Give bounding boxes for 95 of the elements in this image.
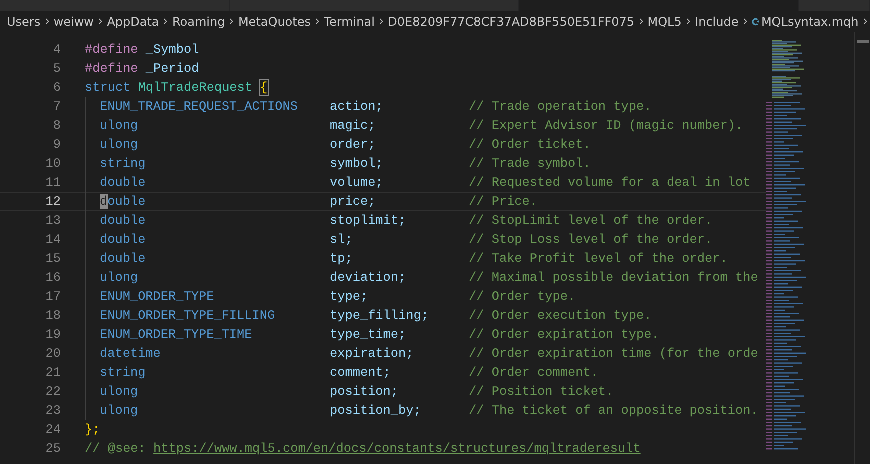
field-name: order;	[330, 137, 377, 152]
code-comment: // Order expiration type.	[469, 327, 660, 342]
type-name: datetime	[100, 346, 162, 361]
type-name: double	[100, 232, 147, 247]
code-comment: // Stop Loss level of the order.	[469, 232, 713, 247]
struct-name: MqlTradeRequest	[138, 80, 253, 95]
breadcrumb-item[interactable]: AppData	[106, 14, 160, 28]
type-name: ulong	[100, 403, 140, 418]
code-comment: // Trade operation type.	[469, 99, 652, 114]
code-comment: // StopLimit level of the order.	[469, 213, 713, 228]
line-number: 12	[44, 194, 61, 209]
code-comment: // Order type.	[469, 289, 576, 304]
closing-brace: };	[85, 422, 100, 437]
field-name: position_by;	[330, 403, 422, 418]
file-icon	[750, 16, 760, 28]
code-comment: // Price.	[469, 194, 538, 209]
line-number: 23	[44, 403, 61, 418]
code-comment: // Position ticket.	[469, 384, 614, 399]
type-name: ENUM_ORDER_TYPE_TIME	[100, 327, 254, 342]
breadcrumb-item[interactable]: MQLsyntax.mqh	[760, 14, 860, 28]
breadcrumb-item[interactable]: Users	[6, 14, 42, 28]
line-number: 18	[44, 308, 61, 323]
code-comment: // Maximal possible deviation from the	[469, 270, 758, 285]
field-name: deviation;	[330, 270, 408, 285]
field-name: sl;	[330, 232, 354, 247]
macro-name: _Symbol	[146, 42, 200, 57]
field-name: symbol;	[330, 156, 384, 171]
line-number: 6	[52, 80, 61, 95]
preprocessor-keyword: #define	[85, 61, 138, 76]
line-number: 14	[44, 232, 61, 247]
type-name: ENUM_ORDER_TYPE_FILLING	[100, 308, 276, 323]
breadcrumb-item[interactable]: MetaQuotes	[237, 14, 312, 28]
breadcrumb-item[interactable]: D0E8209F77C8CF37AD8BF550E51FF075	[387, 14, 636, 28]
breadcrumb-item[interactable]: Roaming	[172, 14, 226, 28]
type-name: string	[100, 365, 147, 380]
line-number: 22	[44, 384, 61, 399]
code-comment: // Trade symbol.	[469, 156, 591, 171]
struct-keyword: struct	[85, 80, 131, 95]
code-comment: // Requested volume for a deal in lot	[469, 175, 751, 190]
type-name: ENUM_TRADE_REQUEST_ACTIONS	[100, 99, 299, 114]
code-comment: // Order execution type.	[469, 308, 652, 323]
field-name: comment;	[330, 365, 392, 380]
type-name: ENUM_ORDER_TYPE	[100, 289, 216, 304]
scrollbar-thumb[interactable]	[856, 40, 868, 43]
line-number: 24	[44, 422, 61, 437]
line-number: 16	[44, 270, 61, 285]
code-comment: // Take Profit level of the order.	[469, 251, 728, 266]
breadcrumb-item[interactable]: Terminal	[323, 14, 376, 28]
breadcrumb-item[interactable]: weiww	[52, 14, 95, 28]
line-number: 20	[44, 346, 61, 361]
field-name: type_time;	[330, 327, 408, 342]
line-number: 11	[44, 175, 61, 190]
brace: {	[260, 80, 268, 95]
macro-name: _Period	[146, 61, 200, 76]
field-name: type_filling;	[330, 308, 430, 323]
line-number: 15	[44, 251, 61, 266]
line-number: 19	[44, 327, 61, 342]
line-number: 25	[44, 441, 61, 456]
type-name: ulong	[100, 384, 140, 399]
field-name: tp;	[330, 251, 354, 266]
line-number: 13	[44, 213, 61, 228]
doc-link[interactable]: https://www.mql5.com/en/docs/constants/structures/mqltraderesult	[154, 441, 641, 456]
breadcrumb-item[interactable]: Include	[694, 14, 740, 28]
line-number: 9	[52, 137, 61, 152]
breadcrumb-item[interactable]: MQL5	[646, 14, 683, 28]
code-comment: // Order ticket.	[469, 137, 591, 152]
type-name: ulong	[100, 270, 140, 285]
field-name: magic;	[330, 118, 377, 133]
type-name: double	[100, 194, 147, 209]
line-number: 21	[44, 365, 61, 380]
line-number: 7	[52, 99, 61, 114]
type-name: ulong	[100, 137, 140, 152]
type-name: double	[100, 175, 147, 190]
line-number: 17	[44, 289, 61, 304]
preprocessor-keyword: #define	[85, 42, 138, 57]
field-name: price;	[330, 194, 377, 209]
type-name: double	[100, 213, 147, 228]
type-name: double	[100, 251, 147, 266]
code-comment: // @see:	[85, 441, 146, 456]
field-name: volume;	[330, 175, 384, 190]
field-name: type;	[330, 289, 370, 304]
type-name: ulong	[100, 118, 140, 133]
line-number: 5	[52, 61, 61, 76]
field-name: expiration;	[330, 346, 415, 361]
field-name: action;	[330, 99, 384, 114]
line-number: 4	[52, 42, 61, 57]
line-number: 10	[44, 156, 61, 171]
field-name: position;	[330, 384, 400, 399]
code-comment: // The ticket of an opposite position.	[469, 403, 758, 418]
code-comment: // Order expiration time (for the orde	[469, 346, 758, 361]
code-comment: // Order comment.	[469, 365, 598, 380]
code-comment: // Expert Advisor ID (magic number).	[469, 118, 744, 133]
field-name: stoplimit;	[330, 213, 408, 228]
line-number: 8	[52, 118, 61, 133]
type-name: string	[100, 156, 147, 171]
